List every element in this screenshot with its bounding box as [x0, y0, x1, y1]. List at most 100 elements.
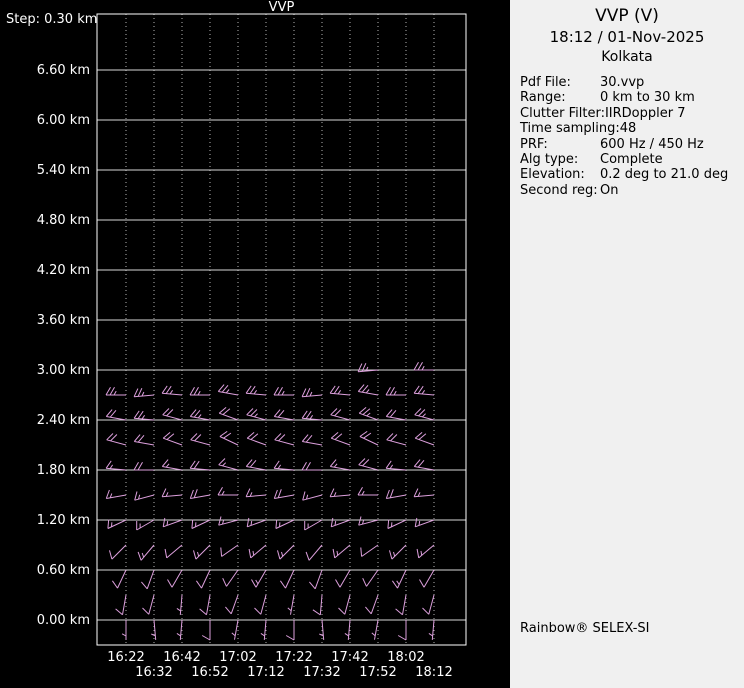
wind-barb: [246, 517, 267, 528]
wind-barb: [277, 544, 295, 560]
wind-barb: [312, 594, 323, 616]
wind-barb: [309, 569, 323, 590]
wind-barb: [414, 432, 435, 446]
wind-barb: [371, 619, 379, 640]
x-axis-label: 17:42: [331, 650, 368, 665]
wind-barb: [162, 408, 183, 421]
info-value: 0.2 deg to 21.0 deg: [600, 167, 729, 183]
y-axis-label: 4.20 km: [37, 263, 90, 278]
wind-barb: [329, 459, 351, 471]
wind-barb: [385, 386, 406, 396]
wind-barb: [359, 430, 379, 446]
wind-barb: [413, 459, 435, 471]
chart-title: VVP: [269, 0, 295, 15]
wind-barb: [220, 544, 239, 557]
wind-barb: [414, 517, 435, 528]
wind-barb: [106, 433, 127, 446]
wind-barb: [115, 594, 127, 616]
y-axis-label: 6.00 km: [37, 113, 90, 128]
wind-barb: [193, 544, 211, 560]
wind-barb: [358, 458, 379, 471]
wind-barb: [419, 569, 435, 588]
wind-barb: [391, 569, 407, 589]
wind-barb: [142, 594, 155, 615]
wind-barb: [260, 619, 267, 640]
wind-barb: [285, 620, 295, 641]
wind-barb: [189, 409, 211, 421]
wind-barb: [357, 486, 378, 496]
wind-barb: [133, 410, 155, 421]
wind-barb: [387, 519, 407, 529]
wind-barb: [164, 544, 183, 559]
product-datetime: 18:12 / 01-Nov-2025: [549, 28, 705, 46]
info-label: Time sampling:: [520, 121, 620, 137]
wind-barb: [105, 489, 127, 499]
wind-barb: [219, 430, 239, 446]
wind-barb: [176, 619, 183, 640]
info-value: 30.vvp: [600, 75, 645, 90]
info-value: 0 km to 30 km: [600, 90, 695, 106]
x-axis-label: 17:12: [247, 665, 284, 680]
wind-barb: [254, 594, 267, 615]
wind-barb: [251, 569, 267, 588]
wind-barb: [133, 461, 154, 471]
wind-barb: [107, 519, 127, 529]
wind-barb: [137, 544, 155, 561]
info-list: Pdf File: 30.vvp Range: 0 km to 30 km Clut…: [520, 75, 740, 198]
wind-barb: [416, 544, 435, 559]
wind-profile-chart: VVP Step: 0.30 km 6.60 km 6.00 km 5.40 km 4.8…: [6, 0, 467, 680]
wind-barb: [330, 517, 351, 528]
wind-barb: [109, 544, 127, 560]
wind-barb: [344, 619, 351, 640]
wind-barb: [189, 489, 211, 499]
wind-barb: [413, 488, 435, 498]
wind-barb: [365, 594, 379, 615]
plot-frame: [96, 13, 467, 646]
x-axis-label: 16:42: [163, 650, 200, 665]
product-title: VVP (V): [595, 6, 659, 26]
wind-barb: [190, 433, 211, 446]
wind-barb: [273, 409, 295, 421]
vvp-plot: VVP Step: 0.30 km 6.60 km 6.00 km 5.40 km 4.8…: [0, 0, 510, 688]
y-axis-label: 5.40 km: [37, 163, 90, 178]
wind-barb: [301, 434, 323, 446]
info-value: On: [600, 182, 619, 198]
wind-barb: [329, 488, 351, 498]
wind-barb: [301, 387, 323, 398]
wind-barb: [246, 408, 267, 421]
wind-barb: [162, 517, 183, 528]
wind-barb: [246, 432, 267, 446]
wind-barb: [279, 569, 295, 589]
info-row: Elevation: 0.2 deg to 21.0 deg: [520, 167, 740, 182]
info-label: PRF:: [520, 136, 548, 152]
wind-barb: [218, 516, 239, 526]
wind-barb: [386, 433, 407, 446]
wind-barb: [330, 408, 351, 421]
wind-barb: [161, 459, 183, 471]
wind-barb: [338, 594, 351, 615]
wind-barb: [413, 361, 434, 371]
info-row: Alg type: Complete: [520, 152, 740, 167]
x-axis-label: 17:02: [219, 650, 256, 665]
info-label: Pdf File:: [520, 75, 571, 90]
wind-barb: [225, 594, 239, 615]
wind-barb: [218, 458, 239, 471]
wind-barb: [275, 519, 295, 529]
wind-barb: [428, 619, 435, 640]
info-value: 600 Hz / 450 Hz: [600, 136, 704, 152]
y-axis-label: 3.00 km: [37, 363, 90, 378]
info-value: Complete: [600, 152, 663, 168]
wind-barb: [248, 544, 267, 559]
wind-barb: [105, 409, 127, 421]
x-axis-label: 18:12: [415, 665, 452, 680]
y-axis-label: 0.00 km: [37, 613, 90, 628]
info-row: Clutter Filter:IIRDoppler 7: [520, 106, 740, 121]
wind-barb: [385, 460, 407, 471]
vvp-product-window: { "panel": { "title": "VVP (V)", "dateti…: [0, 0, 744, 688]
wind-barb: [385, 409, 407, 421]
wind-barb: [413, 385, 435, 396]
wind-barb: [397, 620, 407, 641]
wind-barb: [167, 569, 183, 588]
wind-barb: [189, 386, 210, 396]
wind-barb: [245, 488, 267, 498]
